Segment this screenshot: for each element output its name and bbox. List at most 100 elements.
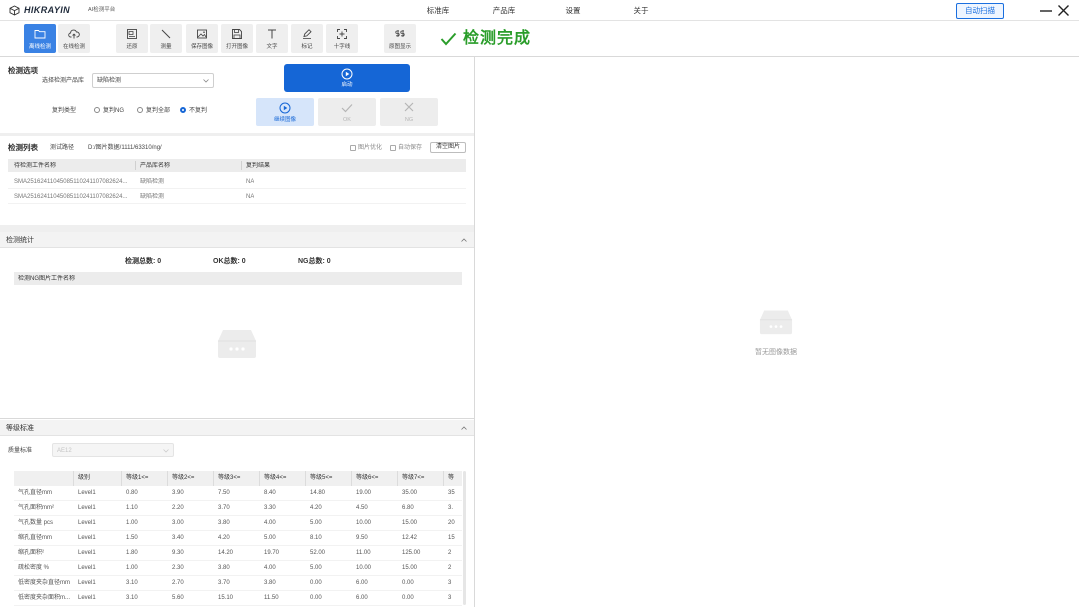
review-option-ng[interactable]: 复判NG [94,106,134,116]
table-row[interactable]: SMA25162411045085110241107082624... 缺陷检测… [8,174,466,189]
crosshair-icon [337,29,347,39]
tool-marker[interactable]: 标记 [291,24,323,53]
grade-column-header[interactable]: 等级1<= [122,471,168,486]
grade-table-cell: 8.10 [310,535,322,541]
column-header[interactable]: 复判结果 [246,162,270,170]
grade-table-cell: 4.20 [310,505,322,511]
grade-column-header[interactable]: 等级5<= [306,471,352,486]
tool-label: 原图显示 [388,44,411,50]
tool-restore[interactable]: 还原 [116,24,148,53]
product-library-label: 选择检测产品库 [42,78,85,84]
grade-column-header[interactable] [14,471,74,486]
tool-text[interactable]: 文字 [256,24,288,53]
nav-standard-library[interactable]: 标准库 [423,6,453,15]
empty-box-icon [218,330,256,358]
checkbox[interactable] [350,145,356,151]
grade-table-cell: 52.00 [310,550,326,556]
grade-table-cell: 3.00 [172,520,184,526]
auto-save-checkbox[interactable]: 自动保存 [390,144,426,152]
grade-table-row[interactable]: 气孔面积mm² Level1 1.10 2.20 3.70 3.30 4.20 4.50 6.8… [14,501,462,516]
grade-table-row[interactable]: 疏松密度 % Level1 1.00 2.30 3.80 4.00 5.00 10.00 15.… [14,561,462,576]
tool-measure[interactable]: 测量 [150,24,182,53]
chevron-up-icon[interactable] [461,238,467,242]
detection-options-panel: 检测选项 选择检测产品库 缺陷检测 启动 复判类型 复判NG 复判全部 不复判 … [0,57,474,133]
restore-icon [127,29,137,39]
start-button[interactable]: 启动 [284,64,410,92]
grade-table-cell: 5.00 [310,565,322,571]
grade-table-row[interactable]: 气孔数量 pcs Level1 1.00 3.00 3.80 4.00 5.00 10.00 1… [14,516,462,531]
tool-online-detection[interactable]: 在线检测 [58,24,90,53]
radio-button[interactable] [94,107,100,113]
close-icon [404,102,414,112]
marker-icon [303,29,312,39]
grade-column-header[interactable]: 等级7<= [398,471,444,486]
grade-table-cell: 0.00 [402,580,414,586]
column-header[interactable]: 检测NG图片工件名称 [18,275,75,283]
grade-table-cell: Level1 [78,550,96,556]
grade-table-row[interactable]: 气孔直径mm Level1 0.80 3.90 7.50 8.40 14.80 19.00 35… [14,486,462,501]
review-option-all[interactable]: 复判全部 [137,106,179,116]
quality-standard-select[interactable]: AE12 [52,443,174,457]
table-row[interactable]: SMA25162411045085110241107082624... 缺陷检测… [8,189,466,204]
grade-column-header[interactable]: 等级4<= [260,471,306,486]
ok-button[interactable]: OK [318,98,376,126]
grade-table: 级别 等级1<= 等级2<= 等级3<= 等级4<= 等级5<= 等级6<= 等级7<= 等 气… [14,471,462,607]
detection-options-title: 检测选项 [8,66,38,75]
product-library-select[interactable]: 缺陷检测 [92,73,214,88]
column-separator[interactable] [135,161,136,170]
column-header[interactable]: 产品库名称 [140,162,170,170]
grade-table-row[interactable]: 缩孔面积² Level1 1.80 9.30 14.20 19.70 52.00 11.00 1… [14,546,462,561]
detection-status: 检测完成 [463,30,532,47]
checkbox[interactable] [390,145,396,151]
ng-count-value: 0 [326,258,331,265]
radio-button[interactable] [137,107,143,113]
close-icon[interactable] [1057,4,1070,17]
grade-column-header[interactable]: 等 [444,471,462,486]
tool-original-image[interactable]: 原图显示 [384,24,416,53]
ng-button[interactable]: NG [380,98,438,126]
grade-table-cell: 2 [448,550,452,556]
path-value[interactable]: D:/图片数据/1111/63310/ng/ [88,144,162,152]
grade-table-row[interactable]: 缩孔直径mm Level1 1.50 3.40 4.20 5.00 8.10 9.50 12.4… [14,531,462,546]
grade-table-cell: 11.00 [356,550,371,556]
grade-column-header[interactable]: 等级6<= [352,471,398,486]
grade-column-header[interactable]: 级别 [74,471,122,486]
tool-label: 打开图像 [225,44,248,50]
nav-product-library[interactable]: 产品库 [489,6,519,15]
column-separator[interactable] [241,161,242,170]
auto-scan-button[interactable]: 自动扫描 [956,3,1004,19]
clear-images-button[interactable]: 清空图片 [430,142,466,153]
grade-table-cell: 125.00 [402,550,421,556]
tool-save-image[interactable]: 保存图像 [186,24,218,53]
path-label: 测试路径 [50,145,75,151]
chevron-up-icon[interactable] [461,426,467,430]
detection-stats-header[interactable]: 检测统计 [0,232,474,248]
grade-table-cell: 10.00 [356,520,372,526]
grade-standard-header[interactable]: 等级标准 [0,420,474,436]
nav-about[interactable]: 关于 [631,6,651,15]
tool-crosshair[interactable]: 十字线 [326,24,358,53]
minimize-icon[interactable] [1039,4,1053,18]
column-header[interactable]: 待检测工件名称 [14,162,56,170]
grade-column-header[interactable]: 等级2<= [168,471,214,486]
review-option-none[interactable]: 不复判 [180,106,220,116]
grade-table-cell: 6.00 [356,580,368,586]
grade-table-row[interactable]: 低密度夹杂直径mm Level1 3.10 2.70 3.70 3.80 0.00 6.00 0… [14,576,462,591]
image-viewer[interactable]: 暂无图像数据 [475,57,1079,607]
app-window: HIKRAYIN AI检测平台 标准库 产品库 设置 关于 自动扫描 离线检测 … [0,0,1079,607]
tool-offline-detection[interactable]: 离线检测 [24,24,56,53]
section-divider [0,225,474,232]
ng-count: NG总数: 0 [298,257,331,266]
grade-table-row[interactable]: 低密度夹杂面积m... Level1 3.10 5.60 15.10 11.50 0.00 6… [14,591,462,606]
grade-table-scrollbar[interactable] [463,471,466,605]
play-circle-icon [279,102,291,114]
grade-table-cell: 15.00 [402,520,418,526]
grade-table-cell: 缩孔直径mm [18,535,52,541]
grade-column-header[interactable]: 等级3<= [214,471,260,486]
image-optimize-checkbox[interactable]: 图片优化 [350,144,386,152]
radio-button-selected[interactable] [180,107,186,113]
continue-image-button[interactable]: 继续图像 [256,98,314,126]
total-count-value: 0 [157,258,162,265]
tool-open-image[interactable]: 打开图像 [221,24,253,53]
nav-settings[interactable]: 设置 [563,6,583,15]
